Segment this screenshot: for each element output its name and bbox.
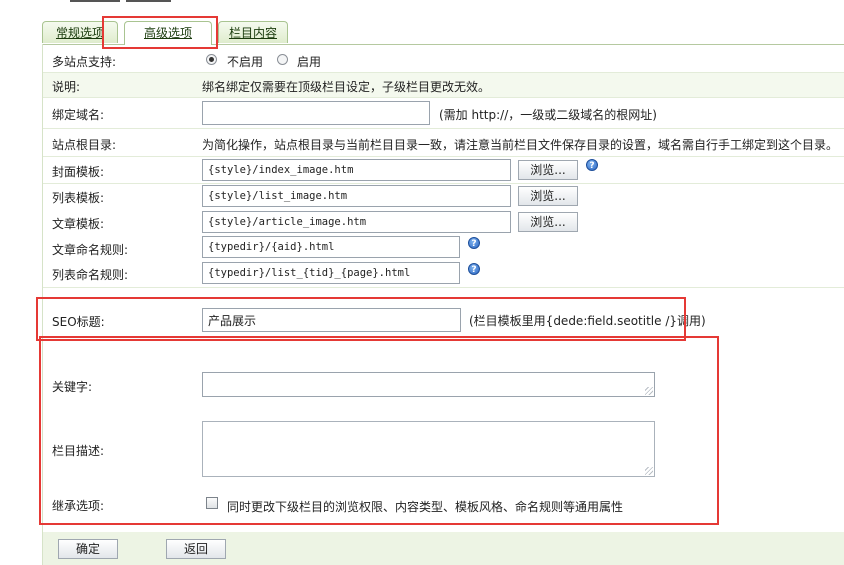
cover-template-label: 封面模板: xyxy=(52,165,105,179)
keywords-label: 关键字: xyxy=(52,380,93,394)
cover-browse-button[interactable]: 浏览... xyxy=(518,160,578,180)
form-footer: 确定 返回 xyxy=(43,532,844,565)
bind-domain-label: 绑定域名: xyxy=(52,108,105,122)
question-help-icon[interactable]: ? xyxy=(468,237,480,249)
radio-disable[interactable] xyxy=(206,54,217,65)
article-template-input[interactable] xyxy=(202,211,511,233)
question-help-icon[interactable]: ? xyxy=(468,263,480,275)
tab-general-label: 常规选项 xyxy=(55,26,104,40)
row-bind-domain: 绑定域名: (需加 http://，一级或二级域名的根网址) xyxy=(43,98,844,129)
description-textarea[interactable] xyxy=(202,421,655,477)
tab-bar: 常规选项 高级选项 栏目内容 xyxy=(42,20,844,45)
note-text: 绑名绑定仅需要在顶级栏目设定，子级栏目更改无效。 xyxy=(202,80,491,94)
row-article-template: 文章模板: 浏览... xyxy=(43,209,844,235)
row-list-naming: 列表命名规则: ? xyxy=(43,260,844,288)
row-cover-template: 封面模板: 浏览... ? xyxy=(43,157,844,184)
row-inherit: 继承选项: 同时更改下级栏目的浏览权限、内容类型、模板风格、命名规则等通用属性 xyxy=(43,490,844,520)
seo-title-input[interactable] xyxy=(202,308,461,332)
confirm-button[interactable]: 确定 xyxy=(58,539,118,559)
tab-advanced-label: 高级选项 xyxy=(143,26,192,40)
bind-domain-hint: (需加 http://，一级或二级域名的根网址) xyxy=(439,108,657,122)
seo-title-hint-text: (栏目模板里用{dede:field.seotitle /}调用) xyxy=(469,314,706,328)
list-naming-label: 列表命名规则: xyxy=(52,268,129,282)
radio-enable-label: 启用 xyxy=(297,55,322,69)
radio-disable-label: 不启用 xyxy=(227,55,264,69)
row-multisite: 多站点支持: 不启用 启用 xyxy=(43,48,844,73)
list-template-input[interactable] xyxy=(202,185,511,207)
site-root-label: 站点根目录: xyxy=(52,138,117,152)
multisite-label: 多站点支持: xyxy=(52,55,117,69)
clipped-heading xyxy=(70,0,200,6)
article-template-label: 文章模板: xyxy=(52,217,105,231)
note-label: 说明: xyxy=(52,80,81,94)
list-browse-button[interactable]: 浏览... xyxy=(518,186,578,206)
tab-content-label: 栏目内容 xyxy=(228,26,277,40)
tab-advanced[interactable]: 高级选项 xyxy=(124,21,212,45)
row-note: 说明: 绑名绑定仅需要在顶级栏目设定，子级栏目更改无效。 xyxy=(43,73,844,98)
row-description: 栏目描述: xyxy=(43,416,844,480)
inherit-label: 继承选项: xyxy=(52,499,105,513)
seo-title-label: SEO标题: xyxy=(52,315,105,329)
inherit-checkbox[interactable] xyxy=(206,497,218,509)
article-browse-button[interactable]: 浏览... xyxy=(518,212,578,232)
row-keywords: 关键字: xyxy=(43,362,844,406)
description-label: 栏目描述: xyxy=(52,444,105,458)
question-help-icon[interactable]: ? xyxy=(586,159,598,171)
seo-title-hint: (栏目模板里用{dede:field.seotitle /}调用) xyxy=(469,312,706,329)
row-article-naming: 文章命名规则: ? xyxy=(43,235,844,260)
inherit-text: 同时更改下级栏目的浏览权限、内容类型、模板风格、命名规则等通用属性 xyxy=(227,500,624,514)
row-list-template: 列表模板: 浏览... xyxy=(43,183,844,209)
cover-template-input[interactable] xyxy=(202,159,511,181)
row-seo-title: SEO标题: (栏目模板里用{dede:field.seotitle /}调用) xyxy=(43,303,844,336)
row-site-root: 站点根目录: 为简化操作，站点根目录与当前栏目目录一致，请注意当前栏目文件保存目… xyxy=(43,129,844,157)
site-root-text: 为简化操作，站点根目录与当前栏目目录一致，请注意当前栏目文件保存目录的设置，域名… xyxy=(202,138,839,152)
radio-enable[interactable] xyxy=(277,54,288,65)
tab-content[interactable]: 栏目内容 xyxy=(218,21,288,43)
list-template-label: 列表模板: xyxy=(52,191,105,205)
article-naming-label: 文章命名规则: xyxy=(52,243,129,257)
tab-general[interactable]: 常规选项 xyxy=(42,21,118,43)
keywords-input[interactable] xyxy=(202,372,655,397)
list-naming-input[interactable] xyxy=(202,262,460,284)
article-naming-input[interactable] xyxy=(202,236,460,258)
back-button[interactable]: 返回 xyxy=(166,539,226,559)
bind-domain-input[interactable] xyxy=(202,101,430,125)
